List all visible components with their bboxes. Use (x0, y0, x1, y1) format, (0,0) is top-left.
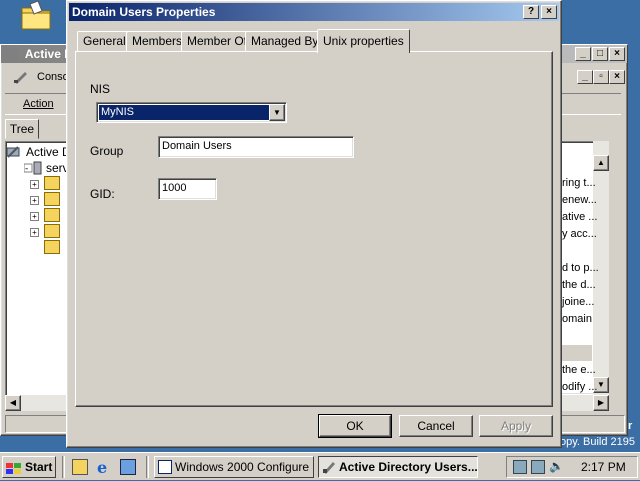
gid-input[interactable]: 1000 (158, 178, 217, 200)
hscroll-right-button[interactable]: ▶ (593, 395, 609, 411)
chevron-down-icon: ▼ (273, 108, 281, 117)
tab-strip: General Members Member Of Managed By Uni… (75, 29, 555, 53)
mmc-app-icon (4, 48, 18, 61)
folder-icon (44, 192, 60, 206)
tree-tab-label: Tree (9, 122, 35, 136)
internet-explorer-icon[interactable]: e (96, 458, 114, 477)
nis-dropdown[interactable]: MyNIS ▼ (96, 102, 287, 123)
tree-root-icon (6, 145, 22, 159)
taskbar-divider (146, 456, 149, 478)
network-icon[interactable] (513, 460, 527, 474)
details-text: enew... (562, 194, 597, 206)
tab-member-of[interactable]: Member Of (181, 31, 254, 51)
tab-label: Members (132, 34, 183, 48)
tree-tab[interactable]: Tree (5, 119, 39, 139)
gid-label: GID: (90, 187, 115, 201)
action-menu[interactable]: Action (23, 98, 54, 110)
desktop-folder-icon[interactable] (18, 0, 54, 32)
details-text: the e... (562, 364, 596, 376)
outlook-express-icon[interactable] (120, 459, 136, 475)
details-text: joine... (562, 296, 595, 308)
details-text: the d... (562, 279, 596, 291)
apply-label: Apply (500, 419, 532, 433)
group-value: Domain Users (162, 140, 232, 152)
tab-members[interactable]: Members (126, 31, 189, 51)
help-button[interactable]: ? (523, 5, 539, 19)
folder-icon (44, 224, 60, 238)
tab-label: Unix properties (323, 34, 404, 48)
details-row-highlight[interactable] (558, 345, 592, 361)
partial-letter: r (628, 420, 633, 432)
folder-icon (44, 176, 60, 190)
details-text: odify ... (562, 381, 598, 393)
group-input[interactable]: Domain Users (158, 136, 354, 158)
details-text: ring t... (562, 177, 596, 189)
ok-button[interactable]: OK (318, 414, 392, 438)
console-menu[interactable]: Conso (37, 71, 69, 83)
windows-logo-icon (6, 461, 22, 474)
dialog-titlebar: Domain Users Properties ? × (69, 3, 559, 21)
tree-expand-4[interactable]: + (30, 228, 39, 237)
quicklaunch-divider (62, 456, 65, 478)
scroll-up-button[interactable]: ▲ (593, 155, 609, 171)
mmc-minimize-button[interactable]: _ (575, 47, 591, 61)
volume-icon[interactable]: 🔈 (549, 459, 564, 473)
close-button[interactable]: × (541, 5, 557, 19)
clock[interactable]: 2:17 PM (581, 460, 626, 474)
tab-label: General (83, 34, 126, 48)
details-text: omain (562, 313, 592, 325)
start-label: Start (25, 460, 53, 474)
tree-server-icon: - (23, 160, 42, 176)
start-button[interactable]: Start (2, 456, 56, 478)
properties-dialog: Domain Users Properties ? × General Memb… (66, 0, 562, 448)
nis-selected-value: MyNIS (99, 105, 269, 120)
tab-managed-by[interactable]: Managed By (245, 31, 325, 51)
tab-general[interactable]: General (77, 31, 132, 51)
policy-folder-icon (44, 208, 60, 222)
mmc-icon (322, 460, 336, 474)
build-status-text: opy. Build 2195 (560, 436, 636, 448)
network-icon[interactable] (531, 460, 545, 474)
svg-text:-: - (25, 164, 28, 174)
tab-panel: NIS MyNIS ▼ Group Domain Users GID: 1000 (75, 51, 553, 407)
hscroll-left-button[interactable]: ◀ (5, 395, 21, 411)
tree-root-label[interactable]: Active D (26, 144, 71, 160)
gid-value: 1000 (162, 182, 187, 194)
system-tray: 🔈 2:17 PM (506, 456, 638, 478)
folder-icon (44, 240, 60, 254)
show-desktop-icon[interactable] (72, 459, 88, 475)
child-close-button[interactable]: × (609, 70, 625, 84)
tab-unix-properties[interactable]: Unix properties (317, 29, 410, 53)
details-text: ative ... (562, 211, 598, 223)
taskbar-button-label: Active Directory Users... (339, 460, 478, 474)
svg-text:e: e (97, 458, 107, 476)
window-icon (158, 460, 172, 474)
tab-label: Managed By (251, 34, 319, 48)
tree-expand-2[interactable]: + (30, 196, 39, 205)
tree-expand-3[interactable]: + (30, 212, 39, 221)
details-text: d to p... (562, 262, 599, 274)
nis-value-text: MyNIS (101, 106, 134, 118)
apply-button[interactable]: Apply (479, 415, 553, 437)
mmc-maximize-button[interactable]: □ (592, 47, 608, 61)
tab-label: Member Of (187, 34, 248, 48)
tree-expand-1[interactable]: + (30, 180, 39, 189)
group-label: Group (90, 144, 124, 158)
dialog-title: Domain Users Properties (72, 5, 216, 19)
taskbar-button-label: Windows 2000 Configure ... (175, 460, 314, 474)
cancel-button[interactable]: Cancel (399, 415, 473, 437)
console-menu-icon (13, 70, 29, 84)
cancel-label: Cancel (417, 419, 455, 433)
nis-label: NIS (90, 82, 111, 96)
dropdown-arrow-button[interactable]: ▼ (269, 104, 285, 121)
taskbar-button-configure[interactable]: Windows 2000 Configure ... (154, 456, 314, 478)
child-restore-button[interactable]: ▫ (593, 70, 609, 84)
child-minimize-button[interactable]: _ (577, 70, 593, 84)
ok-label: OK (346, 419, 364, 433)
taskbar-button-active-directory[interactable]: Active Directory Users... (318, 456, 478, 478)
details-text: y acc... (562, 228, 597, 240)
mmc-close-button[interactable]: × (609, 47, 625, 61)
